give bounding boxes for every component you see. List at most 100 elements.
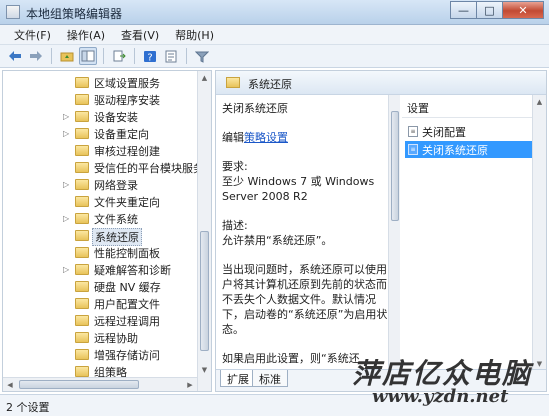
svg-text:?: ?	[147, 52, 152, 63]
expand-arrow-icon[interactable]: ▷	[63, 180, 71, 189]
tree-item[interactable]: 增强存储访问	[3, 346, 198, 363]
tree-horizontal-scrollbar[interactable]: ◀ ▶	[3, 377, 197, 391]
edit-prefix: 编辑	[222, 131, 244, 144]
menu-action[interactable]: 操作(A)	[59, 27, 113, 43]
show-hide-tree-icon[interactable]	[79, 47, 97, 65]
help-icon[interactable]: ?	[141, 47, 159, 65]
export-list-icon[interactable]	[110, 47, 128, 65]
menu-file[interactable]: 文件(F)	[6, 27, 59, 43]
watermark-url: www.yzdn.net	[372, 386, 509, 407]
window-title: 本地组策略编辑器	[26, 7, 123, 21]
column-header-setting[interactable]: 设置	[402, 100, 546, 118]
filter-icon[interactable]	[193, 47, 211, 65]
expand-arrow-icon[interactable]: ▷	[63, 265, 71, 274]
tree-hscroll-thumb[interactable]	[19, 380, 139, 389]
folder-icon	[75, 366, 89, 377]
tree-item[interactable]: 远程过程调用	[3, 312, 198, 329]
expand-arrow-icon[interactable]: ▷	[63, 112, 71, 121]
tab-standard[interactable]: 标准	[252, 370, 288, 387]
tree-scroll-thumb[interactable]	[200, 231, 209, 351]
tree-item[interactable]: 驱动程序安装	[3, 91, 198, 108]
folder-icon	[75, 315, 89, 326]
tree-item[interactable]: ▷ 文件系统	[3, 210, 198, 227]
details-header-title: 系统还原	[248, 78, 292, 91]
maximize-button[interactable]: □	[476, 1, 502, 19]
tree-item[interactable]: ▷ 疑难解答和诊断	[3, 261, 198, 278]
tree-vertical-scrollbar[interactable]: ▲ ▼	[197, 71, 211, 391]
scroll-down-icon[interactable]: ▼	[198, 363, 211, 377]
edit-policy-link[interactable]: 策略设置	[244, 131, 288, 144]
status-text: 2 个设置	[6, 401, 50, 414]
folder-icon	[75, 247, 89, 258]
requirements-text: 至少 Windows 7 或 Windows Server 2008 R2	[222, 175, 375, 203]
close-button[interactable]: ✕	[502, 1, 544, 19]
scroll-up-icon[interactable]: ▲	[198, 71, 211, 85]
tree-pane: 区域设置服务 驱动程序安装 ▷ 设备安装 ▷ 设备重定向 审核过程创建 受信任的平台模块服务 ▷…	[2, 70, 212, 392]
toolbar-separator	[186, 48, 187, 64]
tree-item[interactable]: 文件夹重定向	[3, 193, 198, 210]
minimize-button[interactable]: —	[450, 1, 476, 19]
description-label: 描述:	[222, 219, 248, 232]
policy-setting-icon: ≡	[408, 144, 418, 155]
description-body-continued: 如果启用此设置，则“系统还	[222, 352, 360, 365]
tree-item[interactable]: ▷ 设备安装	[3, 108, 198, 125]
back-arrow-icon[interactable]	[6, 47, 24, 65]
settings-list: 设置 ≡ 关闭配置 ≡ 关闭系统还原	[402, 95, 546, 371]
menu-help[interactable]: 帮助(H)	[167, 27, 222, 43]
list-item[interactable]: ≡ 关闭配置	[405, 123, 545, 140]
tree-item[interactable]: 远程协助	[3, 329, 198, 346]
expand-arrow-icon[interactable]: ▷	[63, 129, 71, 138]
tree-item[interactable]: 性能控制面板	[3, 244, 198, 261]
folder-icon	[75, 128, 89, 139]
tree-item[interactable]: 系统还原	[3, 227, 198, 246]
description-scroll-thumb[interactable]	[391, 111, 399, 221]
window-controls: — □ ✕	[450, 1, 544, 19]
details-header: 系统还原	[216, 71, 546, 95]
forward-arrow-icon[interactable]	[27, 47, 45, 65]
tree-item[interactable]: 受信任的平台模块服务	[3, 159, 204, 176]
list-vertical-scrollbar[interactable]: ▲ ▼	[532, 95, 546, 371]
tree-item[interactable]: 区域设置服务	[3, 74, 198, 91]
scroll-right-icon[interactable]: ▶	[183, 378, 197, 391]
folder-icon	[75, 77, 89, 88]
description-scrollbar[interactable]	[388, 95, 400, 371]
toolbar: ?	[0, 45, 549, 68]
list-item[interactable]: ≡ 关闭系统还原	[405, 141, 545, 158]
list-item-label: 关闭系统还原	[422, 143, 488, 157]
menu-bar: 文件(F) 操作(A) 查看(V) 帮助(H)	[0, 25, 549, 45]
tree-item-label: 增强存储访问	[94, 349, 160, 362]
menu-view[interactable]: 查看(V)	[113, 27, 167, 43]
tree-item-label: 远程协助	[94, 332, 138, 345]
tree-item-label: 文件系统	[94, 213, 138, 226]
tree-item-label: 设备重定向	[94, 128, 149, 141]
tree-item-label: 区域设置服务	[94, 77, 160, 90]
tree-item-label: 受信任的平台模块服务	[94, 162, 204, 175]
folder-icon	[75, 162, 89, 173]
folder-icon	[75, 179, 89, 190]
tab-extended[interactable]: 扩展	[220, 370, 256, 387]
tree-item-label: 审核过程创建	[94, 145, 160, 158]
tree-item[interactable]: 审核过程创建	[3, 142, 198, 159]
scroll-left-icon[interactable]: ◀	[3, 378, 17, 391]
folder-icon	[75, 349, 89, 360]
folder-icon	[75, 230, 89, 241]
folder-icon	[75, 213, 89, 224]
requirements-label: 要求:	[222, 160, 248, 173]
tree-item[interactable]: 用户配置文件	[3, 295, 198, 312]
folder-icon	[75, 298, 89, 309]
title-bar: 本地组策略编辑器 — □ ✕	[0, 0, 549, 25]
up-folder-icon[interactable]	[58, 47, 76, 65]
tree-item[interactable]: ▷ 网络登录	[3, 176, 198, 193]
tree-item[interactable]: 硬盘 NV 缓存	[3, 278, 198, 295]
list-item-label: 关闭配置	[422, 125, 466, 139]
folder-icon	[226, 77, 240, 88]
expand-arrow-icon[interactable]: ▷	[63, 214, 71, 223]
tree-item-label: 远程过程调用	[94, 315, 160, 328]
scroll-up-icon[interactable]: ▲	[533, 95, 546, 109]
tree-item[interactable]: ▷ 设备重定向	[3, 125, 198, 142]
tree-item-label: 驱动程序安装	[94, 94, 160, 107]
folder-icon	[75, 145, 89, 156]
properties-icon[interactable]	[162, 47, 180, 65]
tree-item-label: 疑难解答和诊断	[94, 264, 171, 277]
description-text: 允许禁用“系统还原”。	[222, 234, 333, 247]
